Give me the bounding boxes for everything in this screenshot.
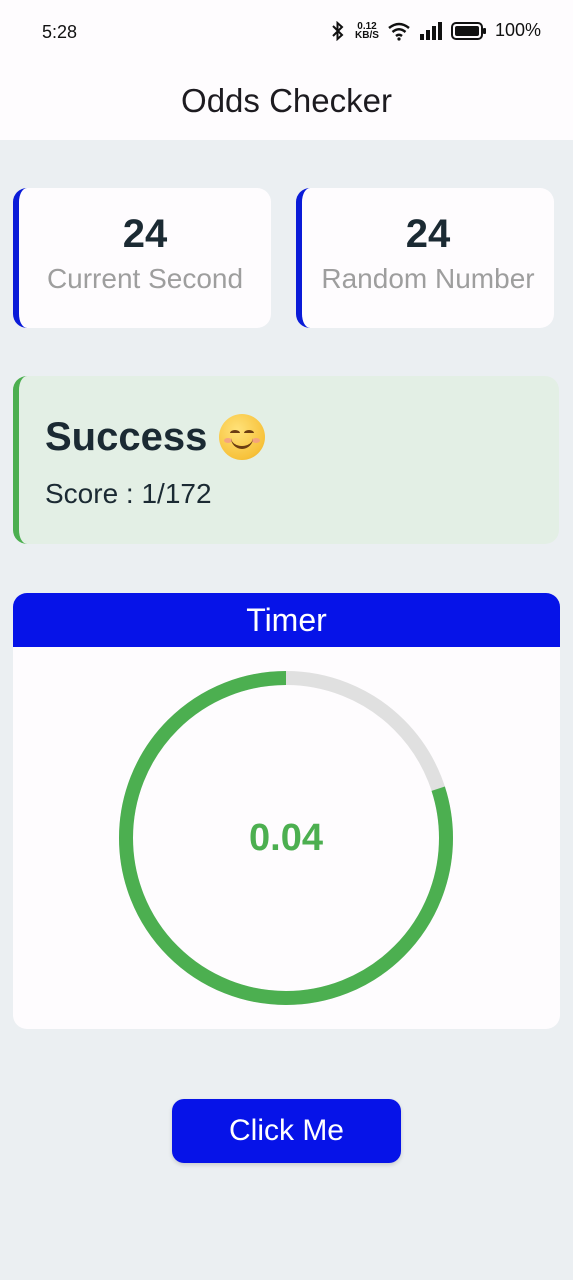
random-number-label: Random Number [321,263,535,294]
app-bar: Odds Checker [0,62,573,140]
status-icons: 0.12 KB/S 100% [329,20,541,41]
net-speed-unit: KB/S [355,29,379,41]
timer-card: Timer 0.04 [13,593,560,1029]
current-second-value: 24 [122,212,168,256]
battery-percent: 100% [494,20,541,40]
wifi-icon [388,22,410,41]
random-number-value: 24 [405,212,451,256]
signal-icon [419,21,442,40]
timer-value: 0.04 [249,816,323,859]
result-card: Success Score : 1/172 [13,376,559,544]
score-text: Score : 1/172 [45,478,212,509]
current-second-card: 24 Current Second [13,188,271,328]
page-title: Odds Checker [181,82,392,119]
timer-header: Timer [13,593,560,647]
click-me-button[interactable]: Click Me [172,1099,401,1163]
net-speed: 0.12 KB/S [355,21,379,41]
battery-icon [450,21,486,40]
status-bar: 5:28 0.12 KB/S 100% [0,0,573,62]
bluetooth-icon [332,20,344,41]
result-title: Success [45,414,208,459]
smiling-face-icon [219,414,266,460]
timer-ring: 0.04 [116,668,456,1008]
status-time: 5:28 [42,22,78,42]
random-number-card: 24 Random Number [296,188,554,328]
current-second-label: Current Second [46,263,244,294]
result-title-row: Success [45,414,266,460]
